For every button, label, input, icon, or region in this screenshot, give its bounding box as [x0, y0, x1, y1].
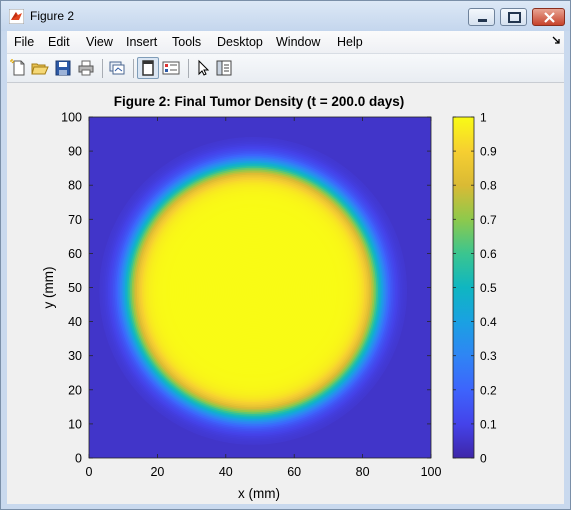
- menu-edit[interactable]: Edit: [48, 35, 70, 49]
- maximize-icon: [508, 12, 521, 23]
- colorbar-tick-label: 0.6: [480, 247, 497, 261]
- menu-file[interactable]: File: [14, 35, 34, 49]
- colorbar-tick-label: 0.4: [480, 315, 497, 329]
- y-tick-label: 0: [75, 452, 82, 466]
- y-axis-label: y (mm): [41, 267, 56, 309]
- dock-panel-icon[interactable]: [139, 59, 157, 77]
- y-tick-label: 20: [68, 383, 82, 397]
- save-icon[interactable]: [54, 59, 72, 77]
- x-axis-label: x (mm): [238, 486, 280, 501]
- heatmap-image[interactable]: [89, 117, 431, 458]
- colorbar-tick-label: 0.7: [480, 213, 497, 227]
- y-tick-label: 30: [68, 349, 82, 363]
- link-plot-icon[interactable]: [108, 59, 126, 77]
- new-figure-icon[interactable]: [10, 59, 28, 77]
- maximize-button[interactable]: [500, 8, 527, 26]
- colorbar[interactable]: [452, 116, 475, 459]
- colorbar-tick-label: 0.3: [480, 349, 497, 363]
- menu-bar: File Edit View Insert Tools Desktop Wind…: [7, 31, 564, 53]
- colorbar-tick-label: 1: [480, 111, 487, 125]
- y-tick-label: 70: [68, 213, 82, 227]
- close-button[interactable]: [532, 8, 565, 26]
- colorbar-tick-label: 0.5: [480, 281, 497, 295]
- x-tick-label: 60: [287, 465, 301, 479]
- close-icon: [544, 12, 555, 23]
- minimize-button[interactable]: [468, 8, 495, 26]
- menu-insert[interactable]: Insert: [126, 35, 157, 49]
- toolbar-separator: [102, 59, 103, 78]
- x-tick-label: 40: [219, 465, 233, 479]
- menu-desktop[interactable]: Desktop: [217, 35, 263, 49]
- y-tick-label: 80: [68, 179, 82, 193]
- figure-window: Figure 2 File Edit View Insert Tools Des…: [0, 0, 571, 510]
- colorbar-tick-label: 0.8: [480, 179, 497, 193]
- y-tick-label: 40: [68, 315, 82, 329]
- insert-colorbar-icon[interactable]: [162, 59, 180, 77]
- toolbar-separator: [188, 59, 189, 78]
- x-tick-label: 80: [356, 465, 370, 479]
- title-bar[interactable]: Figure 2: [1, 1, 570, 31]
- client-area: File Edit View Insert Tools Desktop Wind…: [7, 31, 564, 504]
- property-inspector-icon[interactable]: [215, 59, 233, 77]
- edit-plot-arrow-icon[interactable]: [195, 59, 213, 77]
- colorbar-tick-label: 0.1: [480, 417, 497, 431]
- figure-toolbar: [7, 53, 564, 83]
- colorbar-tick-label: 0.9: [480, 145, 497, 159]
- colorbar-tick-label: 0.2: [480, 383, 497, 397]
- toolbar-separator: [133, 59, 134, 78]
- colorbar-tick-label: 0: [480, 452, 487, 466]
- matlab-icon: [9, 9, 24, 24]
- plot-svg: Figure 2: Final Tumor Density (t = 200.0…: [41, 94, 497, 501]
- y-tick-label: 90: [68, 145, 82, 159]
- x-tick-label: 0: [86, 465, 93, 479]
- open-folder-icon[interactable]: [31, 59, 49, 77]
- print-icon[interactable]: [77, 59, 95, 77]
- y-tick-label: 10: [68, 417, 82, 431]
- menu-view[interactable]: View: [86, 35, 113, 49]
- menu-help[interactable]: Help: [337, 35, 363, 49]
- window-title: Figure 2: [30, 9, 75, 23]
- x-tick-label: 20: [150, 465, 164, 479]
- minimize-icon: [478, 19, 487, 22]
- menu-tools[interactable]: Tools: [172, 35, 201, 49]
- plot-title: Figure 2: Final Tumor Density (t = 200.0…: [114, 94, 404, 109]
- density-contour-ring: [251, 289, 255, 293]
- menu-window[interactable]: Window: [276, 35, 320, 49]
- y-tick-label: 100: [61, 111, 82, 125]
- y-tick-label: 50: [68, 281, 82, 295]
- figure-canvas: Figure 2: Final Tumor Density (t = 200.0…: [7, 84, 564, 504]
- dock-arrow-icon[interactable]: [552, 36, 560, 46]
- y-tick-label: 60: [68, 247, 82, 261]
- x-tick-label: 100: [421, 465, 442, 479]
